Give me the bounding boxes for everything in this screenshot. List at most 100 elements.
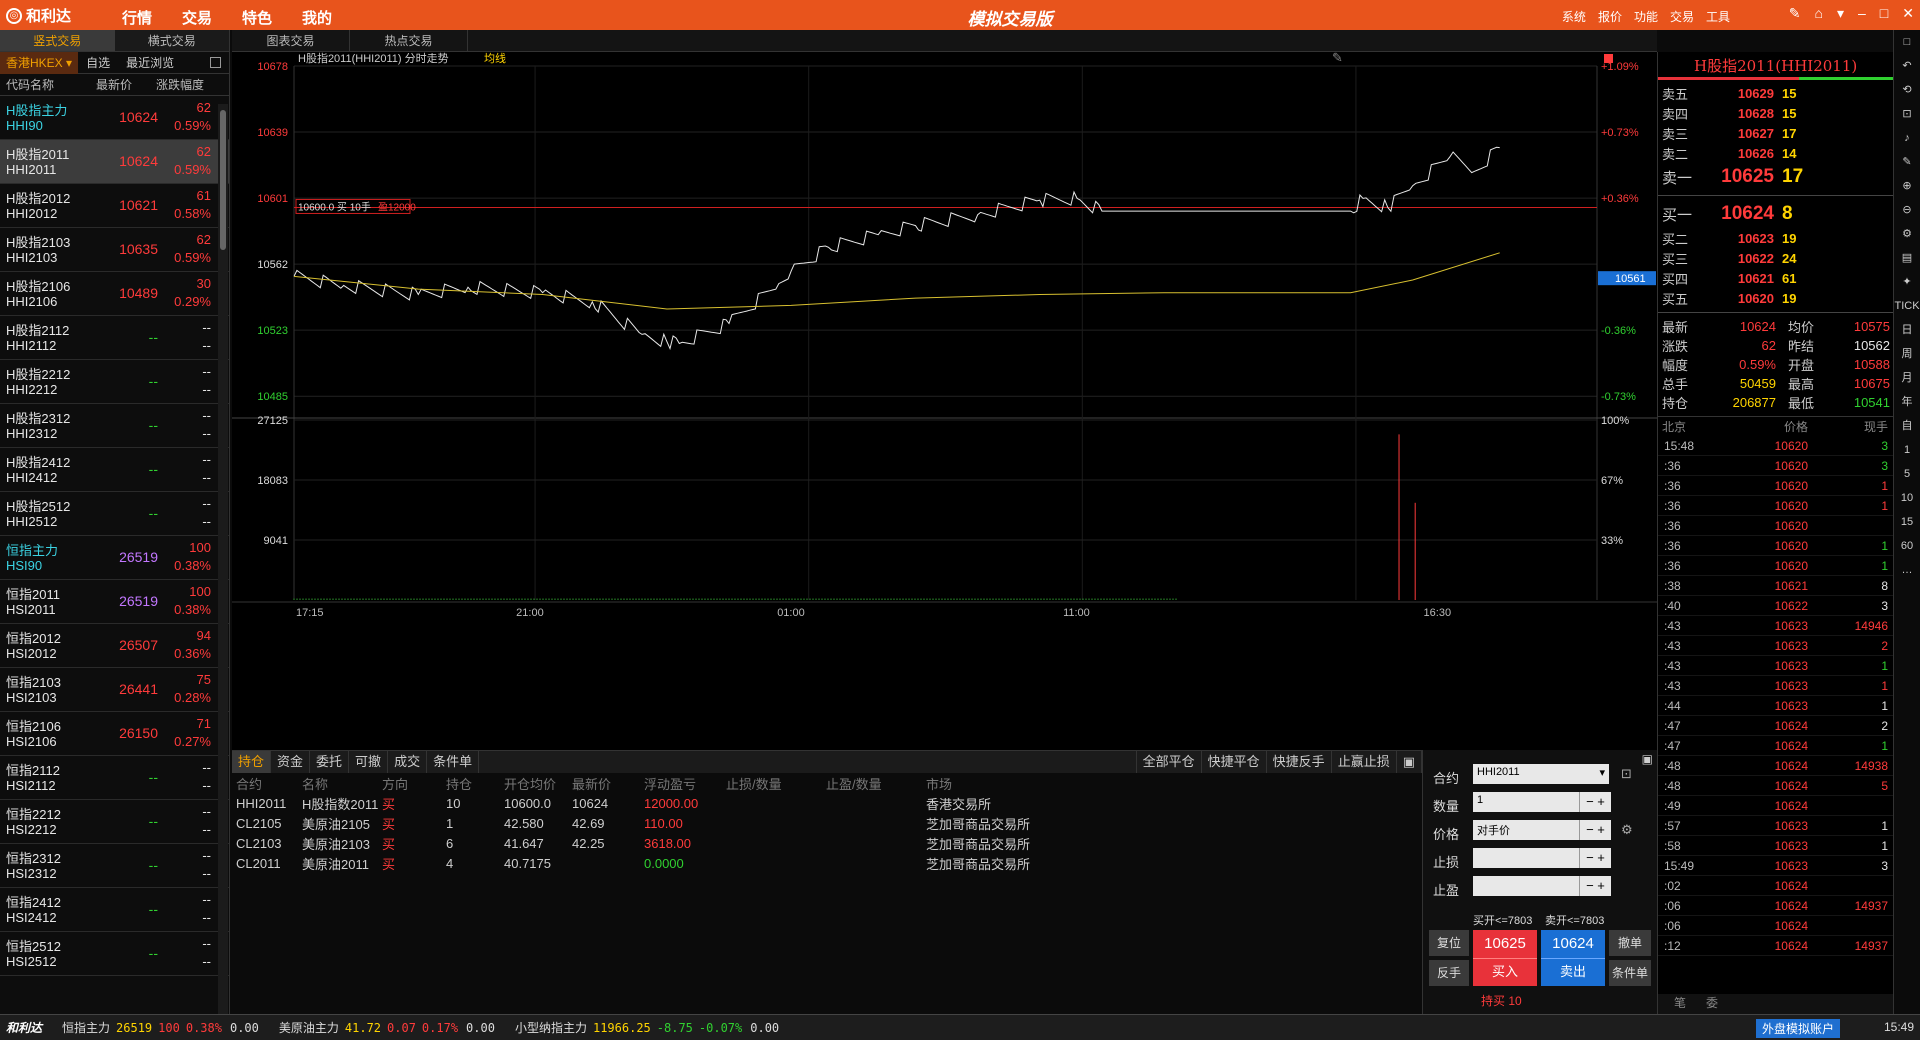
side-tool-13[interactable]: 周 bbox=[1894, 342, 1920, 366]
menu-quote[interactable]: 报价 bbox=[1598, 8, 1622, 25]
ticker-item[interactable]: 美原油主力 41.72 0.07 0.17% 0.00 bbox=[279, 1019, 495, 1036]
menu-mine[interactable]: 我的 bbox=[302, 7, 332, 28]
menu-trade-tools[interactable]: 交易 bbox=[1670, 8, 1694, 25]
book-level[interactable]: 买一 10624 8 bbox=[1658, 200, 1893, 228]
dropdown-icon[interactable]: ▾ bbox=[1837, 5, 1844, 22]
quote-row[interactable]: H股指2312 HHI2312 -- -- -- bbox=[0, 404, 229, 448]
chart-svg[interactable]: 10678 +1.09%10639 +0.73%10601 +0.36%1056210… bbox=[232, 50, 1657, 750]
take-profit-input[interactable] bbox=[1473, 876, 1593, 896]
quote-row[interactable]: 恒指2112 HSI2112 -- -- -- bbox=[0, 756, 229, 800]
minimize-icon[interactable]: – bbox=[1858, 5, 1866, 22]
book-level[interactable]: 买三 10622 24 bbox=[1658, 248, 1893, 268]
side-tool-14[interactable]: 月 bbox=[1894, 366, 1920, 390]
gear-icon[interactable]: ⚙ bbox=[1621, 822, 1633, 838]
ticker-item[interactable]: 小型纳指主力 11966.25 -8.75 -0.07% 0.00 bbox=[515, 1019, 779, 1036]
market-selector[interactable]: 香港HKEX ▾ bbox=[0, 51, 79, 74]
book-level[interactable]: 卖三 10627 17 bbox=[1658, 123, 1893, 143]
book-level[interactable]: 买二 10623 19 bbox=[1658, 228, 1893, 248]
menu-features[interactable]: 特色 bbox=[242, 7, 272, 28]
quote-row[interactable]: H股指2106 HHI2106 10489 30 0.29% bbox=[0, 272, 229, 316]
quote-row[interactable]: 恒指2312 HSI2312 -- -- -- bbox=[0, 844, 229, 888]
price-stepper[interactable]: − + bbox=[1579, 820, 1611, 840]
table-row[interactable]: CL2011 美原油2011 买 4 40.7175 0.0000 芝加哥商品交易所 bbox=[232, 853, 1422, 873]
quote-row[interactable]: 恒指2106 HSI2106 26150 71 0.27% bbox=[0, 712, 229, 756]
reset-button[interactable]: 复位 bbox=[1429, 930, 1469, 956]
chart-corner-icon[interactable] bbox=[1604, 54, 1613, 63]
tab-chart-trade[interactable]: 图表交易 bbox=[232, 30, 350, 51]
intraday-chart[interactable]: 10678 +1.09% 10639 +0.73% 10601 +0.36% 10562 10… bbox=[232, 50, 1657, 750]
side-tool-1[interactable]: ↶ bbox=[1894, 54, 1920, 78]
maximize-icon[interactable]: □ bbox=[1880, 5, 1888, 22]
menu-system[interactable]: 系统 bbox=[1562, 8, 1586, 25]
book-level[interactable]: 卖五 10629 15 bbox=[1658, 83, 1893, 103]
side-tool-3[interactable]: ⊡ bbox=[1894, 102, 1920, 126]
stop-profit-loss-button[interactable]: 止赢止损 bbox=[1332, 751, 1397, 773]
quantity-input[interactable]: 1 bbox=[1473, 792, 1593, 812]
table-row[interactable]: HHI2011 H股指数2011 买 10 10600.0 10624 12000.00 香港… bbox=[232, 793, 1422, 813]
quick-reverse-button[interactable]: 快捷反手 bbox=[1267, 751, 1332, 773]
tab-fills[interactable]: 成交 bbox=[388, 751, 428, 773]
side-tool-22[interactable]: … bbox=[1894, 558, 1920, 582]
sell-button[interactable]: 10624 卖出 bbox=[1541, 930, 1605, 986]
shirt-icon[interactable]: ⌂ bbox=[1815, 5, 1823, 22]
quote-row[interactable]: H股指2512 HHI2512 -- -- -- bbox=[0, 492, 229, 536]
reverse-button[interactable]: 反手 bbox=[1429, 960, 1469, 986]
tab-hot-trade[interactable]: 热点交易 bbox=[350, 30, 468, 51]
tab-positions[interactable]: 持仓 bbox=[232, 751, 272, 773]
ticker-item[interactable]: 恒指主力 26519 100 0.38% 0.00 bbox=[62, 1019, 259, 1036]
account-badge[interactable]: 外盘模拟账户 bbox=[1755, 1019, 1840, 1038]
pencil-icon[interactable]: ✎ bbox=[1332, 50, 1343, 65]
buy-button[interactable]: 10625 买入 bbox=[1473, 930, 1537, 986]
quote-row[interactable]: H股指2012 HHI2012 10621 61 0.58% bbox=[0, 184, 229, 228]
close-icon[interactable]: ✕ bbox=[1902, 5, 1914, 22]
book-level[interactable]: 卖四 10628 15 bbox=[1658, 103, 1893, 123]
side-tool-19[interactable]: 10 bbox=[1894, 486, 1920, 510]
contract-select[interactable]: HHI2011 ▾ bbox=[1473, 764, 1609, 784]
stop-loss-stepper[interactable]: − + bbox=[1579, 848, 1611, 868]
tab-horizontal-trade[interactable]: 横式交易 bbox=[115, 30, 230, 51]
quote-row[interactable]: H股指2103 HHI2103 10635 62 0.59% bbox=[0, 228, 229, 272]
close-all-button[interactable]: 全部平仓 bbox=[1135, 751, 1202, 773]
take-profit-stepper[interactable]: − + bbox=[1579, 876, 1611, 896]
side-tool-21[interactable]: 60 bbox=[1894, 534, 1920, 558]
table-row[interactable]: CL2103 美原油2103 买 6 41.647 42.25 3618.00 芝加哥商品交易… bbox=[232, 833, 1422, 853]
quick-close-button[interactable]: 快捷平仓 bbox=[1202, 751, 1267, 773]
quote-row[interactable]: 恒指2212 HSI2212 -- -- -- bbox=[0, 800, 229, 844]
quote-row[interactable]: H股指2112 HHI2112 -- -- -- bbox=[0, 316, 229, 360]
side-tool-10[interactable]: ✦ bbox=[1894, 270, 1920, 294]
book-level[interactable]: 卖一 10625 17 bbox=[1658, 163, 1893, 191]
quote-row[interactable]: H股指主力 HHI90 10624 62 0.59% bbox=[0, 96, 229, 140]
tab-funds[interactable]: 资金 bbox=[271, 751, 311, 773]
side-tool-18[interactable]: 5 bbox=[1894, 462, 1920, 486]
side-tool-6[interactable]: ⊕ bbox=[1894, 174, 1920, 198]
quote-row[interactable]: 恒指2011 HSI2011 26519 100 0.38% bbox=[0, 580, 229, 624]
menu-quotes[interactable]: 行情 bbox=[122, 7, 152, 28]
panel-toggle-icon[interactable]: ▣ bbox=[1642, 752, 1653, 766]
book-level[interactable]: 卖二 10626 14 bbox=[1658, 143, 1893, 163]
lock-icon[interactable]: ⊡ bbox=[1621, 766, 1632, 782]
menu-trade[interactable]: 交易 bbox=[182, 7, 212, 28]
tab-ticks[interactable]: 笔 bbox=[1674, 994, 1686, 1014]
quote-list-scrollbar[interactable] bbox=[218, 104, 228, 1014]
side-tool-16[interactable]: 自 bbox=[1894, 414, 1920, 438]
tab-orders[interactable]: 委托 bbox=[310, 751, 350, 773]
tab-watchlist[interactable]: 自选 bbox=[78, 54, 118, 71]
cancel-order-button[interactable]: 撤单 bbox=[1609, 930, 1651, 956]
side-tool-12[interactable]: 日 bbox=[1894, 318, 1920, 342]
quote-row[interactable]: H股指2011 HHI2011 10624 62 0.59% bbox=[0, 140, 229, 184]
side-tool-4[interactable]: ♪ bbox=[1894, 126, 1920, 150]
side-tool-11[interactable]: TICK bbox=[1894, 294, 1920, 318]
tab-conditional[interactable]: 条件单 bbox=[427, 751, 480, 773]
quote-row[interactable]: 恒指2012 HSI2012 26507 94 0.36% bbox=[0, 624, 229, 668]
side-tool-0[interactable]: □ bbox=[1894, 30, 1920, 54]
side-tool-8[interactable]: ⚙ bbox=[1894, 222, 1920, 246]
tab-orders-flow[interactable]: 委 bbox=[1706, 994, 1718, 1014]
side-tool-7[interactable]: ⊖ bbox=[1894, 198, 1920, 222]
book-level[interactable]: 买四 10621 61 bbox=[1658, 268, 1893, 288]
quote-row[interactable]: 恒指2512 HSI2512 -- -- -- bbox=[0, 932, 229, 976]
quote-row[interactable]: 恒指2412 HSI2412 -- -- -- bbox=[0, 888, 229, 932]
book-level[interactable]: 买五 10620 19 bbox=[1658, 288, 1893, 308]
menu-tools[interactable]: 工具 bbox=[1706, 8, 1730, 25]
checkbox-icon[interactable] bbox=[210, 57, 221, 68]
scrollbar-thumb[interactable] bbox=[220, 110, 226, 250]
